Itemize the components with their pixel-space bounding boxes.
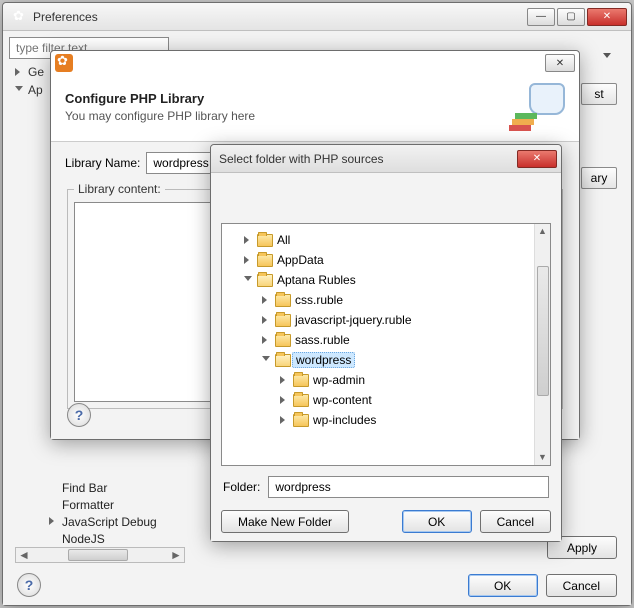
expand-icon[interactable]: [280, 376, 289, 385]
configure-titlebar[interactable]: ✕: [51, 51, 579, 75]
tree-item[interactable]: Formatter: [62, 498, 114, 512]
expand-icon[interactable]: [262, 296, 271, 305]
scroll-thumb[interactable]: [537, 266, 549, 396]
close-button[interactable]: ✕: [545, 54, 575, 72]
cancel-button[interactable]: Cancel: [546, 574, 617, 597]
dialog-banner: Configure PHP Library You may configure …: [51, 75, 579, 142]
folder-open-icon: [275, 354, 291, 367]
collapse-icon[interactable]: [262, 356, 271, 365]
tree-item[interactable]: css.ruble: [295, 293, 343, 307]
expand-icon[interactable]: [49, 517, 58, 526]
preferences-titlebar[interactable]: Preferences — ▢ ✕: [3, 3, 631, 31]
tree-item[interactable]: wp-includes: [313, 413, 376, 427]
folder-icon: [275, 314, 291, 327]
tree-item[interactable]: sass.ruble: [295, 333, 350, 347]
tree-item[interactable]: Ge: [28, 65, 44, 79]
tree-item[interactable]: Find Bar: [62, 481, 107, 495]
side-button[interactable]: ary: [581, 167, 617, 189]
expand-icon[interactable]: [262, 316, 271, 325]
maximize-button[interactable]: ▢: [557, 8, 585, 26]
folder-icon: [293, 394, 309, 407]
select-folder-dialog: Select folder with PHP sources ✕ All App…: [210, 144, 562, 542]
collapse-icon[interactable]: [15, 86, 24, 95]
scroll-right-icon[interactable]: ►: [168, 548, 184, 562]
tree-item[interactable]: JavaScript Debug: [62, 515, 157, 529]
make-new-folder-button[interactable]: Make New Folder: [221, 510, 349, 533]
tree-item[interactable]: Aptana Rubles: [277, 273, 356, 287]
folder-icon: [293, 414, 309, 427]
expand-icon[interactable]: [280, 416, 289, 425]
close-button[interactable]: ✕: [517, 150, 557, 168]
tree-item[interactable]: NodeJS: [62, 532, 105, 546]
close-button[interactable]: ✕: [587, 8, 627, 26]
expand-icon[interactable]: [15, 68, 24, 77]
help-icon[interactable]: ?: [17, 573, 41, 597]
horizontal-scrollbar[interactable]: ◄ ►: [15, 547, 185, 563]
folder-tree[interactable]: All AppData Aptana Rubles css.ruble java…: [221, 223, 551, 466]
tree-item[interactable]: javascript-jquery.ruble: [295, 313, 412, 327]
folder-input[interactable]: [268, 476, 549, 498]
ok-button[interactable]: OK: [468, 574, 538, 597]
library-icon: [509, 83, 565, 131]
collapse-icon[interactable]: [244, 276, 253, 285]
scroll-up-icon[interactable]: ▲: [535, 224, 550, 239]
expand-icon[interactable]: [244, 256, 253, 265]
minimize-button[interactable]: —: [527, 8, 555, 26]
dialog-subtitle: You may configure PHP library here: [65, 109, 509, 123]
vertical-scrollbar[interactable]: ▲ ▼: [534, 224, 550, 465]
library-content-label: Library content:: [74, 182, 165, 196]
gear-icon: [11, 9, 27, 25]
view-menu-button[interactable]: [597, 45, 617, 65]
library-name-label: Library Name:: [65, 156, 140, 170]
dialog-heading: Configure PHP Library: [65, 91, 509, 106]
tree-item-selected[interactable]: wordpress: [292, 352, 355, 368]
folder-icon: [257, 234, 273, 247]
tree-item[interactable]: All: [277, 233, 290, 247]
scroll-left-icon[interactable]: ◄: [16, 548, 32, 562]
scroll-down-icon[interactable]: ▼: [535, 450, 550, 465]
expand-icon[interactable]: [262, 336, 271, 345]
folder-label: Folder:: [223, 480, 260, 494]
folder-icon: [275, 334, 291, 347]
side-button[interactable]: st: [581, 83, 617, 105]
select-folder-titlebar[interactable]: Select folder with PHP sources ✕: [211, 145, 561, 173]
preferences-title: Preferences: [33, 10, 527, 24]
help-icon[interactable]: ?: [67, 403, 91, 427]
gear-icon: [55, 54, 73, 72]
folder-icon: [293, 374, 309, 387]
folder-open-icon: [257, 274, 273, 287]
tree-item[interactable]: wp-content: [313, 393, 372, 407]
tree-item[interactable]: AppData: [277, 253, 324, 267]
folder-icon: [275, 294, 291, 307]
scroll-thumb[interactable]: [68, 549, 128, 561]
expand-icon[interactable]: [280, 396, 289, 405]
expand-icon[interactable]: [244, 236, 253, 245]
tree-item[interactable]: wp-admin: [313, 373, 365, 387]
folder-icon: [257, 254, 273, 267]
select-folder-title: Select folder with PHP sources: [219, 152, 517, 166]
tree-item[interactable]: Ap: [28, 83, 43, 97]
cancel-button[interactable]: Cancel: [480, 510, 551, 533]
ok-button[interactable]: OK: [402, 510, 472, 533]
